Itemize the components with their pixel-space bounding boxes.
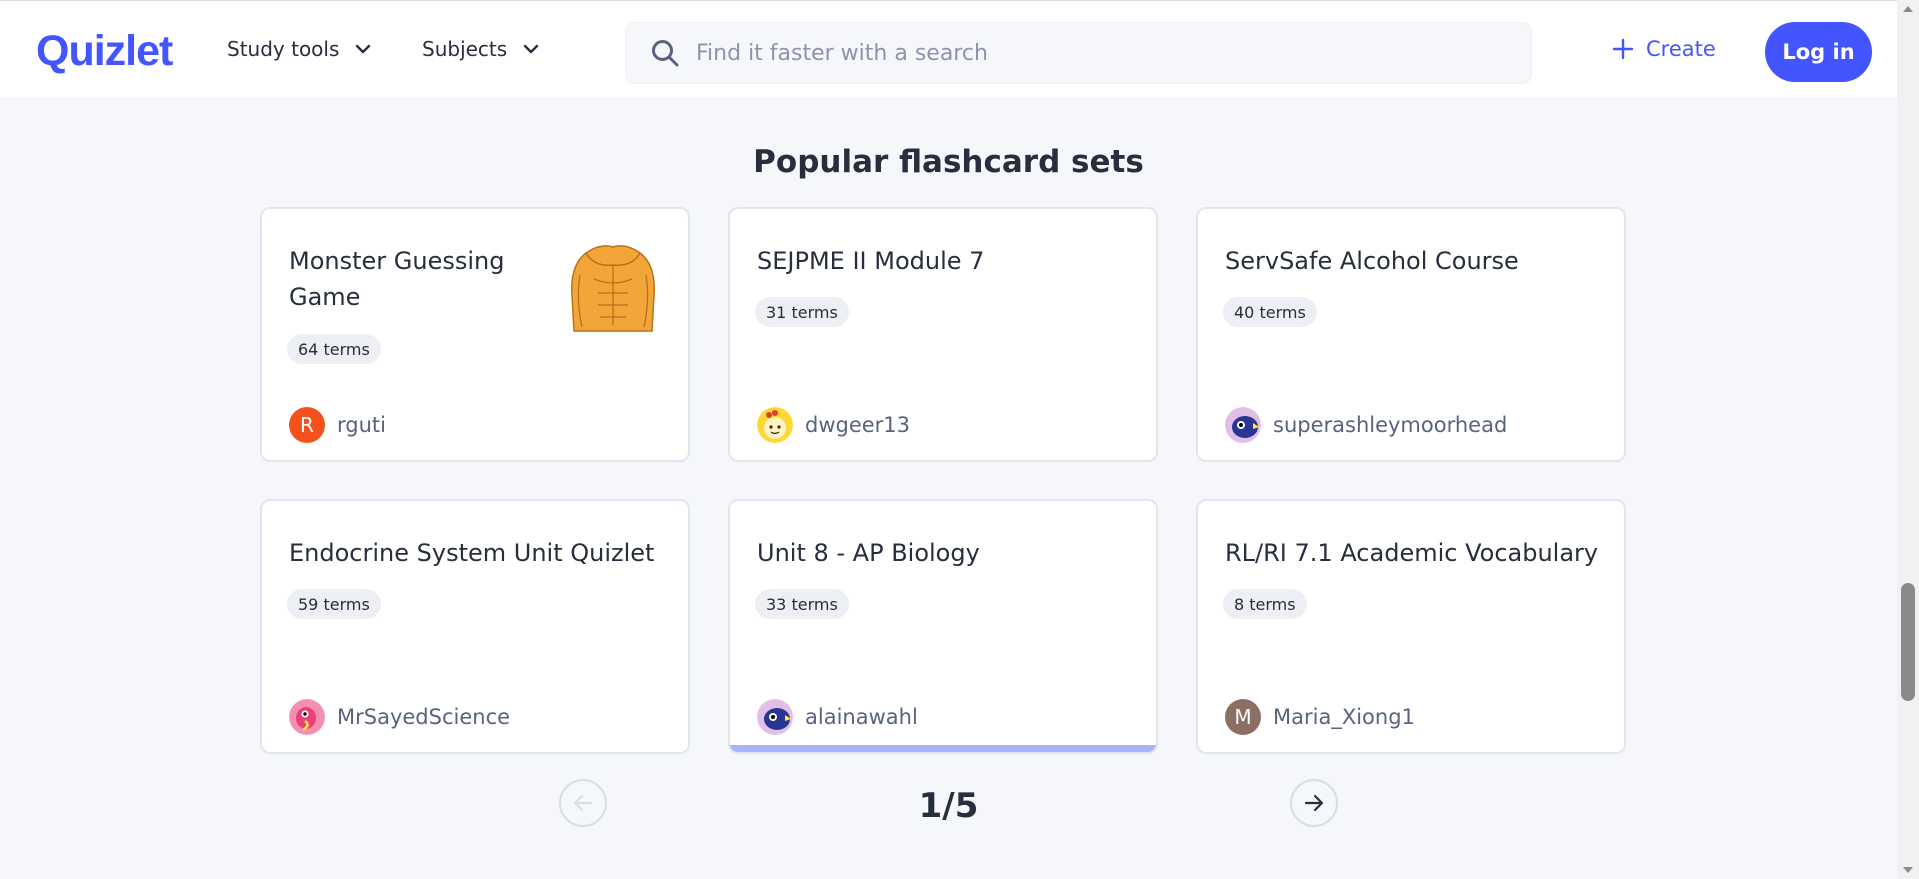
terms-count-badge: 33 terms xyxy=(755,589,849,619)
set-author[interactable]: M Maria_Xiong1 xyxy=(1225,699,1415,735)
avatar xyxy=(1225,407,1261,443)
search-icon xyxy=(652,40,679,67)
top-navigation-bar: Quizlet Study tools Subjects Create Log … xyxy=(0,0,1897,97)
set-title: Unit 8 - AP Biology xyxy=(757,539,980,567)
create-label: Create xyxy=(1646,37,1716,61)
flashcard-set-card[interactable]: Unit 8 - AP Biology 33 terms alainawahl xyxy=(728,499,1158,754)
flashcard-set-card[interactable]: RL/RI 7.1 Academic Vocabulary 8 terms M … xyxy=(1196,499,1626,754)
next-page-button[interactable] xyxy=(1290,779,1338,827)
section-title: Popular flashcard sets xyxy=(753,144,1144,180)
subjects-label: Subjects xyxy=(422,37,508,61)
quizlet-logo[interactable]: Quizlet xyxy=(36,27,173,76)
study-tools-label: Study tools xyxy=(227,37,340,61)
avatar xyxy=(757,407,793,443)
set-author[interactable]: MrSayedScience xyxy=(289,699,510,735)
author-name: alainawahl xyxy=(805,705,918,729)
terms-count-badge: 31 terms xyxy=(755,297,849,327)
search-input[interactable] xyxy=(696,40,1496,66)
set-title: SEJPME II Module 7 xyxy=(757,247,985,275)
terms-count-badge: 8 terms xyxy=(1223,589,1307,619)
author-name: dwgeer13 xyxy=(805,413,911,437)
page-indicator: 1/5 xyxy=(918,786,979,826)
chevron-down-icon xyxy=(523,44,539,54)
avatar xyxy=(289,699,325,735)
set-author[interactable]: dwgeer13 xyxy=(757,407,910,443)
create-button[interactable]: Create xyxy=(1612,37,1716,61)
card-hover-indicator xyxy=(730,745,1156,752)
set-author[interactable]: superashleymoorhead xyxy=(1225,407,1507,443)
scroll-down-arrow-icon[interactable] xyxy=(1903,867,1913,873)
set-title: ServSafe Alcohol Course xyxy=(1225,247,1519,275)
subjects-menu[interactable]: Subjects xyxy=(422,37,541,61)
flashcard-set-card[interactable]: Monster Guessing Game 64 terms R rguti xyxy=(260,207,690,462)
set-author[interactable]: alainawahl xyxy=(757,699,918,735)
author-name: MrSayedScience xyxy=(337,705,511,729)
chevron-down-icon xyxy=(356,44,371,54)
set-thumbnail-image xyxy=(564,235,662,333)
author-name: Maria_Xiong1 xyxy=(1273,705,1415,729)
avatar xyxy=(757,699,793,735)
search-bar xyxy=(625,22,1532,84)
set-author[interactable]: R rguti xyxy=(289,407,386,443)
flashcard-set-card[interactable]: SEJPME II Module 7 31 terms dwgeer13 xyxy=(728,207,1158,462)
terms-count-badge: 40 terms xyxy=(1223,297,1317,327)
terms-count-badge: 59 terms xyxy=(287,589,381,619)
study-tools-menu[interactable]: Study tools xyxy=(227,37,373,61)
scroll-up-arrow-icon[interactable] xyxy=(1903,6,1913,12)
terms-count-badge: 64 terms xyxy=(287,334,381,364)
scrollbar-thumb[interactable] xyxy=(1901,583,1915,701)
plus-icon xyxy=(1612,38,1634,60)
arrow-right-icon xyxy=(1304,794,1324,812)
author-name: rguti xyxy=(337,413,386,437)
author-name: superashleymoorhead xyxy=(1273,413,1508,437)
flashcard-set-card[interactable]: ServSafe Alcohol Course 40 terms superas… xyxy=(1196,207,1626,462)
flashcard-set-card[interactable]: Endocrine System Unit Quizlet 59 terms M… xyxy=(260,499,690,754)
set-title: Endocrine System Unit Quizlet xyxy=(289,539,655,567)
avatar: R xyxy=(289,407,325,443)
set-title: RL/RI 7.1 Academic Vocabulary xyxy=(1225,539,1599,567)
login-button[interactable]: Log in xyxy=(1765,22,1872,82)
set-title: Monster Guessing Game xyxy=(289,247,505,311)
avatar: M xyxy=(1225,699,1261,735)
page-scrollbar[interactable] xyxy=(1897,0,1919,879)
